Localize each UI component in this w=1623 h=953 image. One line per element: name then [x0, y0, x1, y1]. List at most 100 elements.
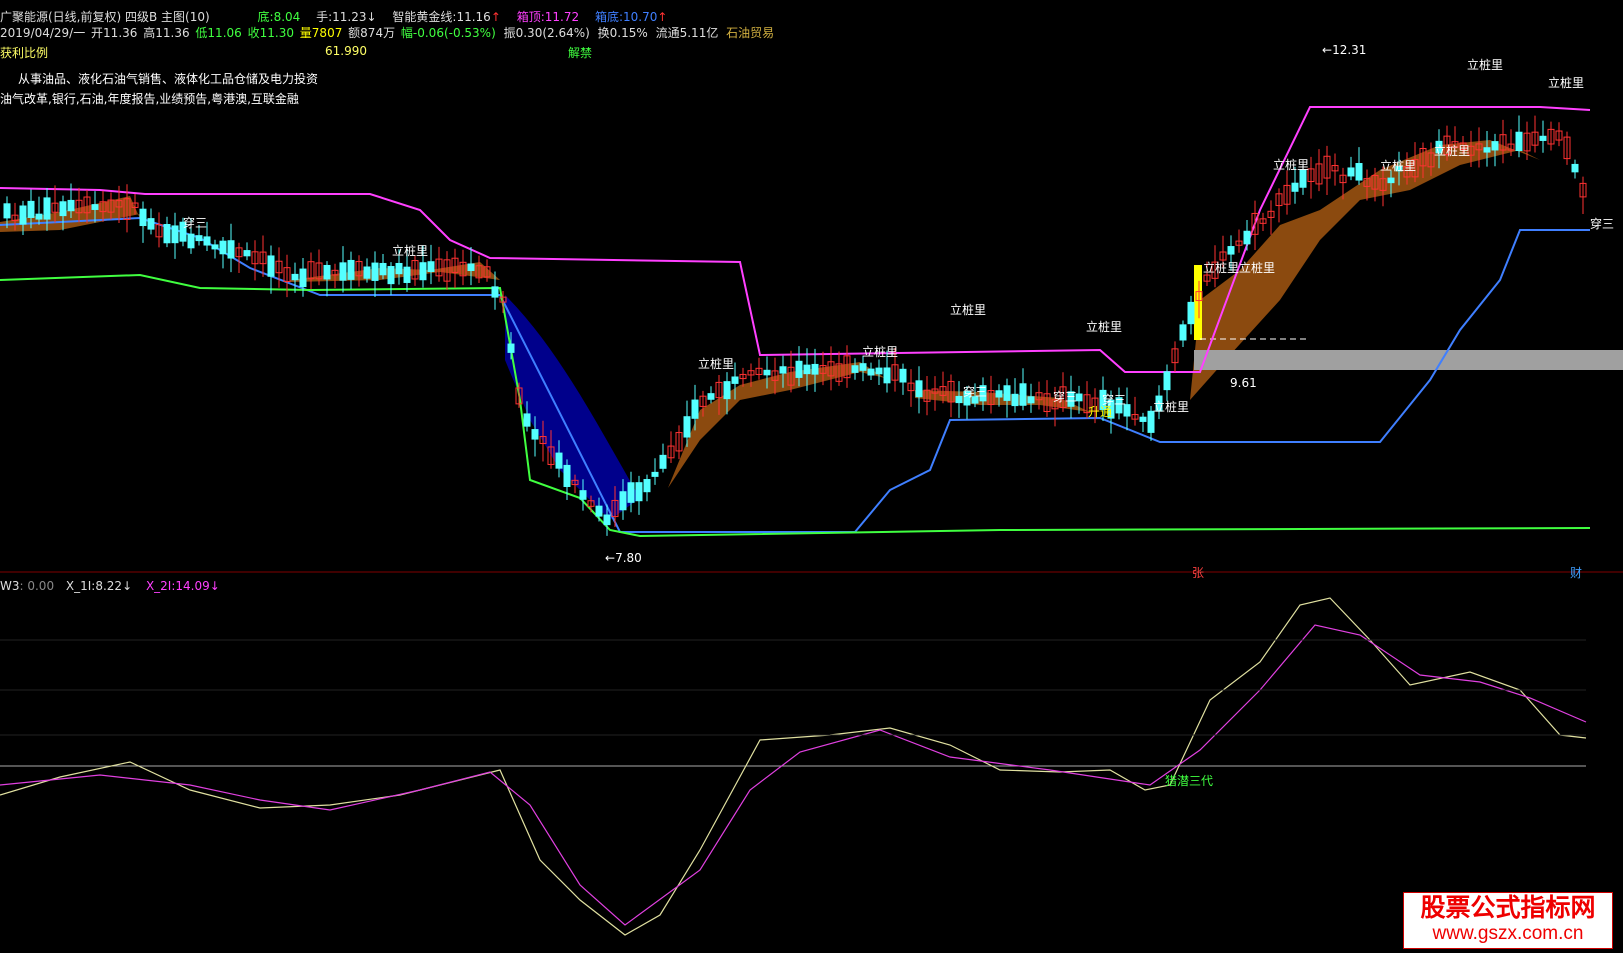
header-row-2: 2019/04/29/一 开11.36 高11.36 低11.06 收11.30… — [0, 24, 780, 41]
candle-body — [147, 218, 155, 230]
cross-label: 穿三 — [1053, 390, 1078, 404]
up-arrow-icon: ↑ — [490, 10, 501, 24]
down-arrow-icon: ↓ — [366, 10, 377, 24]
candle-body — [27, 200, 35, 218]
quote-volume: 量7807 — [299, 26, 343, 40]
candle-body — [899, 368, 907, 383]
down-arrow-icon: ↓ — [209, 579, 220, 593]
pile-label: 立桩里 — [1153, 400, 1190, 414]
candle-body — [171, 225, 179, 244]
candle-body — [851, 365, 859, 373]
candle-body — [643, 479, 651, 493]
candle-body — [1227, 246, 1235, 255]
candle-body — [187, 233, 195, 249]
candle-body — [1163, 371, 1171, 391]
candle-body — [219, 240, 227, 255]
down-arrow-icon: ↓ — [122, 579, 133, 593]
candle-body — [1515, 131, 1523, 152]
candle-body — [683, 416, 691, 438]
candle-body — [43, 197, 51, 220]
cross-label: 穿三 — [963, 385, 988, 399]
pile-label-double: 立桩里立桩里 — [1203, 261, 1276, 275]
candle-body — [1011, 393, 1019, 407]
candle-body — [779, 366, 787, 374]
candle-body — [531, 429, 539, 440]
watermark-url: www.gszx.com.cn — [1432, 923, 1584, 944]
finance-marker[interactable]: 财 — [1570, 564, 1582, 581]
candle-body — [1539, 135, 1547, 141]
candle-body — [1491, 141, 1499, 151]
green-base-line — [0, 273, 1591, 538]
candle-body — [1571, 163, 1579, 173]
gray-resistance-band — [1194, 350, 1623, 370]
chart-title: 广聚能源(日线,前复权) 四级B 主图(10) — [0, 10, 210, 24]
box-top-value: 11.72 — [544, 10, 580, 24]
candle-body — [363, 266, 371, 279]
candle-body — [915, 380, 923, 398]
cross-label: 穿三 — [183, 216, 208, 230]
candle-body — [579, 490, 587, 500]
indicator-header: W3: 0.00 X_1I:8.22↓ X_2I:14.09↓ — [0, 579, 220, 593]
candle-body — [195, 235, 203, 242]
candle-body — [3, 203, 11, 219]
pile-label: 立桩里 — [1467, 58, 1504, 72]
low-price-value: 7.80 — [615, 551, 642, 565]
pile-label: 立桩里 — [1380, 159, 1417, 173]
candle-body — [1243, 230, 1251, 245]
candle-body — [811, 363, 819, 375]
candle-body — [867, 368, 875, 376]
high-price-marker: ←12.31 — [1322, 43, 1366, 57]
bottom-label: 底: — [257, 10, 274, 24]
price-chart-canvas[interactable] — [0, 0, 1623, 953]
hand-value: 11.23 — [332, 10, 367, 24]
header-row-1: 广聚能源(日线,前复权) 四级B 主图(10) 底:8.04 手:11.23↓ … — [0, 8, 679, 25]
watermark-title: 股票公式指标网 — [1420, 893, 1596, 922]
indicator-name: W3 — [0, 579, 20, 593]
candle-body — [403, 266, 411, 283]
limit-up-marker[interactable]: 张 — [1192, 564, 1204, 581]
quote-amount: 额874万 — [348, 26, 396, 40]
candle-body — [691, 399, 699, 419]
candle-body — [795, 360, 803, 378]
candle-body — [1019, 383, 1027, 406]
quote-open: 开11.36 — [91, 26, 138, 40]
x2-value: 14.09 — [175, 579, 210, 593]
candle-body — [467, 263, 475, 272]
candle-body — [619, 491, 627, 511]
candle-body — [419, 262, 427, 281]
x1-label: X_1I: — [65, 579, 96, 593]
candle-body — [723, 381, 731, 400]
candle-body — [59, 201, 67, 217]
arrow-left-icon: ← — [605, 551, 616, 565]
candle-body — [67, 199, 75, 212]
candle-body — [323, 264, 331, 280]
sector-link[interactable]: 石油贸易 — [726, 26, 774, 40]
box-top-label: 箱顶: — [516, 10, 545, 24]
x1-value: 8.22 — [95, 579, 123, 593]
unban-label: 解禁 — [568, 46, 593, 60]
candle-body — [163, 223, 171, 244]
arrow-left-icon: ← — [1322, 43, 1333, 57]
pile-label: 立桩里 — [1273, 158, 1310, 172]
gold-line-label: 智能黄金线: — [392, 10, 457, 24]
quote-change: 幅-0.06(-0.53%) — [400, 26, 496, 40]
indicator-line-x2 — [0, 624, 1587, 926]
candle-body — [227, 240, 235, 259]
candle-body — [339, 262, 347, 281]
up-arrow-icon: ↑ — [657, 10, 668, 24]
pile-label: 立桩里 — [862, 345, 899, 359]
candle-body — [883, 367, 891, 384]
candle-body — [875, 367, 883, 375]
candle-body — [995, 390, 1003, 398]
pile-label: 立桩里 — [1434, 144, 1471, 158]
candle-body — [379, 262, 387, 276]
quote-turnover: 换0.15% — [597, 26, 648, 40]
candle-body — [1291, 182, 1299, 192]
candle-body — [291, 273, 299, 281]
candle-body — [1387, 177, 1395, 184]
candle-body — [491, 286, 499, 298]
candle-body — [299, 268, 307, 288]
candle-body — [243, 250, 251, 257]
candle-body — [91, 204, 99, 210]
pile-label: 立桩里 — [1086, 320, 1123, 334]
